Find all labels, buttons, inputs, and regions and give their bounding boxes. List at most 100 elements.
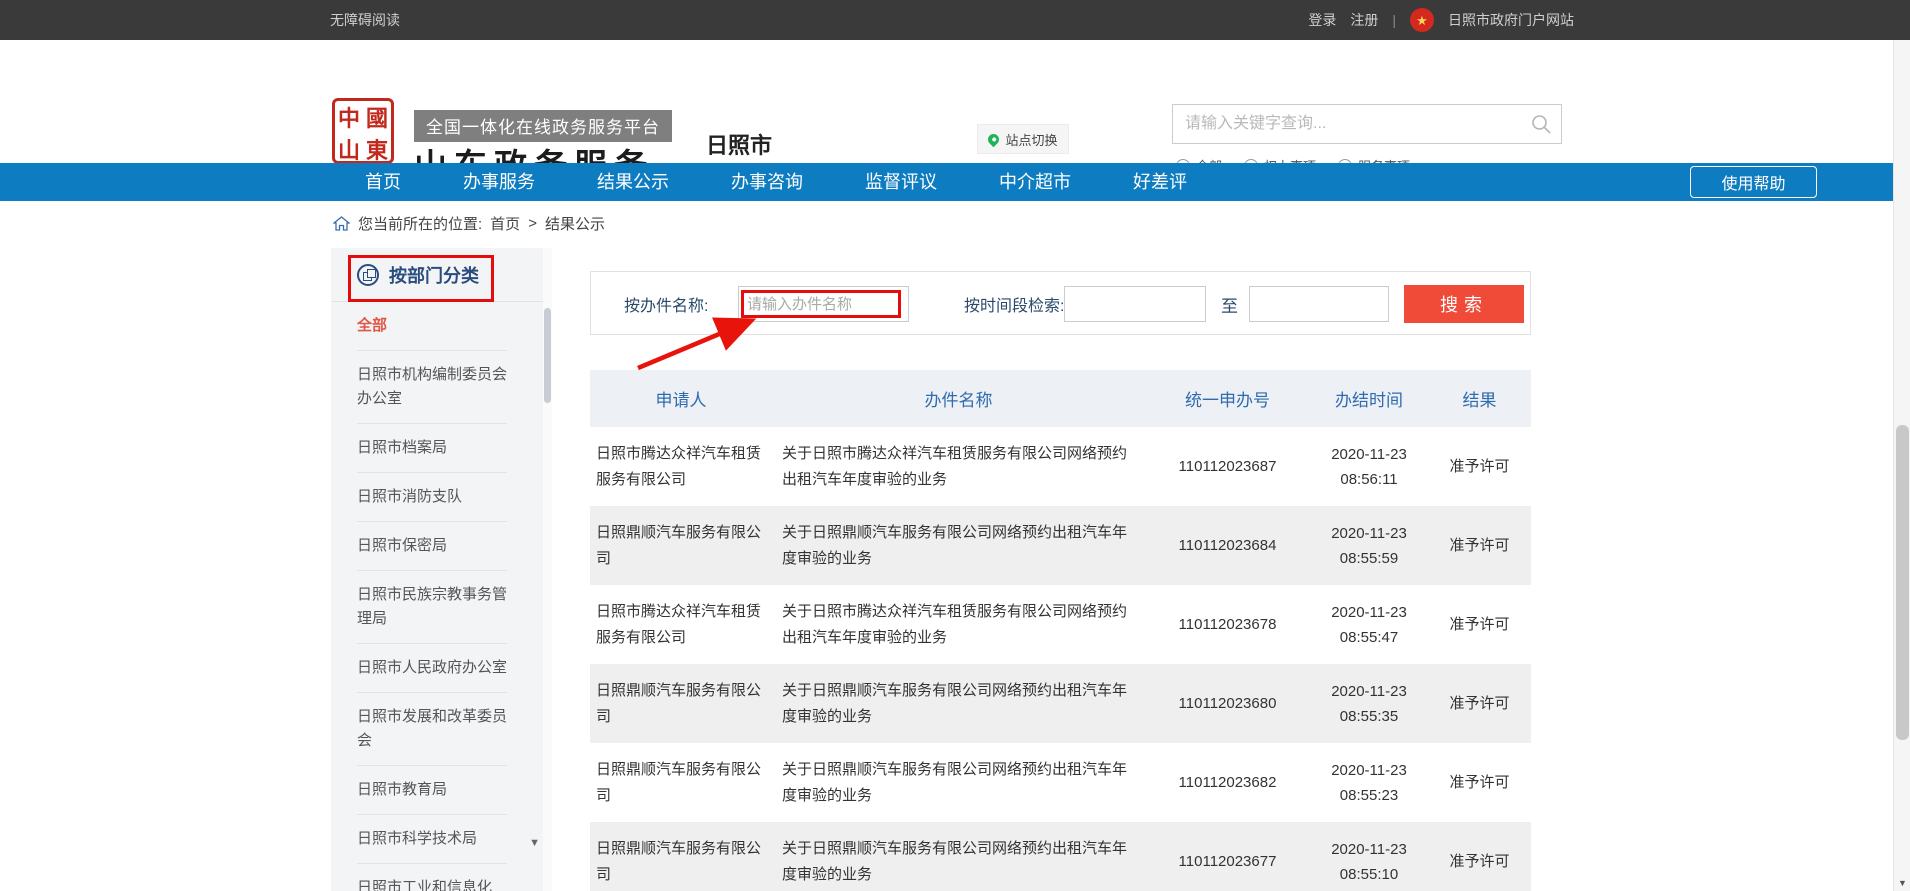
cell-applicant: 日照市腾达众祥汽车租赁服务有限公司 <box>590 431 772 503</box>
breadcrumb-prefix: 您当前所在的位置: <box>358 213 482 234</box>
cell-finish-time: 2020-11-2308:56:11 <box>1310 442 1428 492</box>
breadcrumb: 您当前所在的位置: 首页 > 结果公示 <box>333 213 605 234</box>
scroll-down-arrow-icon[interactable]: ▼ <box>1894 874 1910 891</box>
sidebar-item[interactable]: 日照市机构编制委员会办公室 <box>357 351 507 424</box>
cell-result: 准予许可 <box>1428 454 1531 480</box>
site-header: 中國 山東 全国一体化在线政务服务平台 山东政务服务 日照市 站点切换 全部权力… <box>0 40 1910 163</box>
cell-title: 关于日照鼎顺汽车服务有限公司网络预约出租汽车年度审验的业务 <box>772 510 1145 582</box>
cell-title: 关于日照市腾达众祥汽车租赁服务有限公司网络预约出租汽车年度审验的业务 <box>772 431 1145 503</box>
cell-id: 110112023682 <box>1145 770 1310 796</box>
sidebar-item[interactable]: 日照市工业和信息化 <box>357 864 507 891</box>
home-icon <box>333 216 350 231</box>
nav-item[interactable]: 结果公示 <box>597 163 669 201</box>
nav-item[interactable]: 首页 <box>365 163 401 201</box>
cell-applicant: 日照鼎顺汽车服务有限公司 <box>590 747 772 819</box>
sidebar-item[interactable]: 日照市教育局 <box>357 766 507 815</box>
cell-id: 110112023680 <box>1145 691 1310 717</box>
topbar-divider: | <box>1392 12 1396 28</box>
breadcrumb-separator: > <box>528 215 537 232</box>
results-table: 申请人 办件名称 统一申办号 办结时间 结果 日照市腾达众祥汽车租赁服务有限公司… <box>590 370 1531 891</box>
table-header-row: 申请人 办件名称 统一申办号 办结时间 结果 <box>590 370 1531 427</box>
sidebar-title: 按部门分类 <box>331 248 552 302</box>
table-row: 日照市腾达众祥汽车租赁服务有限公司关于日照市腾达众祥汽车租赁服务有限公司网络预约… <box>590 585 1531 664</box>
table-row: 日照鼎顺汽车服务有限公司关于日照鼎顺汽车服务有限公司网络预约出租汽车年度审验的业… <box>590 506 1531 585</box>
table-row: 日照市腾达众祥汽车租赁服务有限公司关于日照市腾达众祥汽车租赁服务有限公司网络预约… <box>590 427 1531 506</box>
national-emblem-icon: ★ <box>1410 8 1434 32</box>
cell-applicant: 日照鼎顺汽车服务有限公司 <box>590 510 772 582</box>
sidebar-item[interactable]: 日照市人民政府办公室 <box>357 644 507 693</box>
city-name: 日照市 <box>706 128 772 160</box>
page-scrollbar[interactable]: ▼ <box>1893 40 1910 891</box>
location-pin-icon <box>986 131 1002 147</box>
col-title: 办件名称 <box>772 386 1145 411</box>
category-icon <box>357 264 379 286</box>
name-filter-label: 按办件名称: <box>624 272 708 336</box>
cell-result: 准予许可 <box>1428 691 1531 717</box>
main-nav: 首页 办事服务 结果公示 办事咨询 监督评议 中介超市 好差评 使用帮助 <box>0 163 1910 201</box>
sidebar-scrollbar-thumb[interactable] <box>544 308 551 403</box>
cell-finish-time: 2020-11-2308:55:47 <box>1310 600 1428 650</box>
cell-finish-time: 2020-11-2308:55:35 <box>1310 679 1428 729</box>
table-row: 日照鼎顺汽车服务有限公司关于日照鼎顺汽车服务有限公司网络预约出租汽车年度审验的业… <box>590 743 1531 822</box>
cell-result: 准予许可 <box>1428 612 1531 638</box>
cell-title: 关于日照鼎顺汽车服务有限公司网络预约出租汽车年度审验的业务 <box>772 668 1145 740</box>
top-utility-bar: 无障碍阅读 登录 注册 | ★ 日照市政府门户网站 <box>0 0 1910 40</box>
help-button[interactable]: 使用帮助 <box>1690 166 1817 198</box>
cell-result: 准予许可 <box>1428 849 1531 875</box>
portal-link[interactable]: 日照市政府门户网站 <box>1448 10 1574 30</box>
table-row: 日照鼎顺汽车服务有限公司关于日照鼎顺汽车服务有限公司网络预约出租汽车年度审验的业… <box>590 664 1531 743</box>
sidebar-item[interactable]: 日照市保密局 <box>357 522 507 571</box>
sidebar-item[interactable]: 日照市消防支队 <box>357 473 507 522</box>
col-id: 统一申办号 <box>1145 386 1310 411</box>
search-button[interactable]: 搜索 <box>1404 285 1524 323</box>
cell-id: 110112023687 <box>1145 454 1310 480</box>
table-row: 日照鼎顺汽车服务有限公司关于日照鼎顺汽车服务有限公司网络预约出租汽车年度审验的业… <box>590 822 1531 891</box>
register-link[interactable]: 注册 <box>1350 10 1378 30</box>
results-table-body: 日照市腾达众祥汽车租赁服务有限公司关于日照市腾达众祥汽车租赁服务有限公司网络预约… <box>590 427 1531 891</box>
site-switch-button[interactable]: 站点切换 <box>977 124 1069 154</box>
nav-items: 首页 办事服务 结果公示 办事咨询 监督评议 中介超市 好差评 <box>365 163 1187 201</box>
breadcrumb-home-link[interactable]: 首页 <box>490 213 520 234</box>
sidebar-item[interactable]: 日照市科学技术局 <box>357 815 507 864</box>
cell-applicant: 日照鼎顺汽车服务有限公司 <box>590 668 772 740</box>
cell-id: 110112023678 <box>1145 612 1310 638</box>
keyword-search-box <box>1172 104 1562 144</box>
cell-applicant: 日照鼎顺汽车服务有限公司 <box>590 826 772 891</box>
nav-item[interactable]: 中介超市 <box>999 163 1071 201</box>
keyword-search-input[interactable] <box>1185 105 1515 143</box>
name-filter-input[interactable] <box>738 286 909 322</box>
login-link[interactable]: 登录 <box>1308 10 1336 30</box>
sidebar-item[interactable]: 全部 <box>357 302 507 351</box>
cell-result: 准予许可 <box>1428 770 1531 796</box>
shandong-seal-logo: 中國 山東 <box>332 98 394 164</box>
nav-item[interactable]: 办事服务 <box>463 163 535 201</box>
breadcrumb-current[interactable]: 结果公示 <box>545 213 605 234</box>
page-scrollbar-thumb[interactable] <box>1896 425 1909 740</box>
platform-badge: 全国一体化在线政务服务平台 <box>414 110 672 142</box>
cell-title: 关于日照鼎顺汽车服务有限公司网络预约出租汽车年度审验的业务 <box>772 826 1145 891</box>
magnifier-icon[interactable] <box>1531 114 1551 134</box>
filter-bar: 按办件名称: 按时间段检索: 至 搜索 <box>590 271 1531 335</box>
sidebar-list: 全部日照市机构编制委员会办公室日照市档案局日照市消防支队日照市保密局日照市民族宗… <box>331 302 552 891</box>
date-from-input[interactable] <box>1064 286 1206 322</box>
nav-item[interactable]: 监督评议 <box>865 163 937 201</box>
cell-title: 关于日照市腾达众祥汽车租赁服务有限公司网络预约出租汽车年度审验的业务 <box>772 589 1145 661</box>
col-result: 结果 <box>1428 386 1531 411</box>
cell-finish-time: 2020-11-2308:55:59 <box>1310 521 1428 571</box>
col-finish-time: 办结时间 <box>1310 386 1428 411</box>
sidebar-item[interactable]: 日照市民族宗教事务管理局 <box>357 571 507 644</box>
accessibility-link[interactable]: 无障碍阅读 <box>330 0 400 40</box>
sidebar-item[interactable]: 日照市发展和改革委员会 <box>357 693 507 766</box>
cell-id: 110112023677 <box>1145 849 1310 875</box>
nav-item[interactable]: 好差评 <box>1133 163 1187 201</box>
to-label: 至 <box>1221 272 1238 336</box>
cell-result: 准予许可 <box>1428 533 1531 559</box>
cell-id: 110112023684 <box>1145 533 1310 559</box>
sidebar-scrollbar[interactable] <box>543 248 552 891</box>
cell-finish-time: 2020-11-2308:55:23 <box>1310 758 1428 808</box>
chevron-down-icon[interactable]: ▼ <box>529 837 540 849</box>
col-applicant: 申请人 <box>590 386 772 411</box>
date-to-input[interactable] <box>1249 286 1389 322</box>
nav-item[interactable]: 办事咨询 <box>731 163 803 201</box>
sidebar-item[interactable]: 日照市档案局 <box>357 424 507 473</box>
